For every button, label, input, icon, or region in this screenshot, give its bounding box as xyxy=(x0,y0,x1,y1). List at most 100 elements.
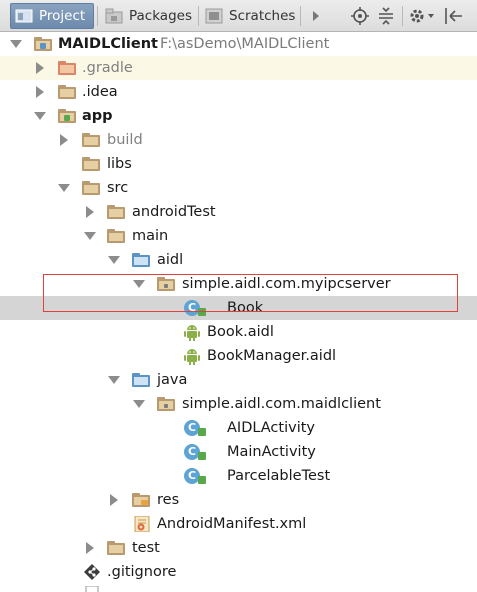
tree-row-aidl-package[interactable]: simple.aidl.com.myipcserver xyxy=(0,272,477,296)
source-folder-icon xyxy=(132,253,150,267)
expanded-arrow-icon[interactable] xyxy=(133,400,145,408)
tab-divider xyxy=(97,6,98,26)
lock-icon xyxy=(198,308,206,316)
collapsed-arrow-icon[interactable] xyxy=(86,542,94,554)
tree-row-manifest[interactable]: AndroidManifest.xml xyxy=(0,512,477,536)
packages-icon xyxy=(105,8,123,24)
hide-panel-icon[interactable] xyxy=(442,6,468,26)
root-project-path: F:\asDemo\MAIDLClient xyxy=(160,36,330,52)
scratches-icon xyxy=(205,8,223,24)
tab-scratches-label: Scratches xyxy=(229,8,296,24)
module-folder-icon xyxy=(58,109,76,123)
tree-row-aidl[interactable]: aidl xyxy=(0,248,477,272)
lock-icon xyxy=(198,476,206,484)
folder-label: libs xyxy=(107,156,132,172)
file-label: .gitignore xyxy=(107,564,177,580)
tree-row-partial[interactable] xyxy=(0,584,477,592)
tree-row-mainactivity[interactable]: C MainActivity xyxy=(0,440,477,464)
expanded-arrow-icon[interactable] xyxy=(108,256,120,264)
tree-row-java-package[interactable]: simple.aidl.com.maidlclient xyxy=(0,392,477,416)
tab-scratches[interactable]: Scratches xyxy=(201,3,297,29)
folder-icon xyxy=(107,541,125,555)
file-label: AndroidManifest.xml xyxy=(157,516,307,532)
tree-row-androidtest[interactable]: androidTest xyxy=(0,200,477,224)
tab-packages[interactable]: Packages xyxy=(101,3,195,29)
folder-icon xyxy=(82,181,100,195)
folder-label: androidTest xyxy=(132,204,216,220)
tree-row-root[interactable]: MAIDLClient F:\asDemo\MAIDLClient xyxy=(0,32,477,56)
folder-label: aidl xyxy=(157,252,184,268)
folder-icon xyxy=(58,85,76,99)
collapsed-arrow-icon[interactable] xyxy=(36,86,44,98)
tree-row-bookmanager-aidl[interactable]: BookManager.aidl xyxy=(0,344,477,368)
tree-row-gitignore[interactable]: .gitignore xyxy=(0,560,477,584)
expanded-arrow-icon[interactable] xyxy=(34,112,46,120)
tool-window-tabbar: Project Packages Scratches xyxy=(0,0,477,32)
expanded-arrow-icon[interactable] xyxy=(133,280,145,288)
class-label: Book xyxy=(227,300,264,316)
tab-project[interactable]: Project xyxy=(10,3,94,29)
settings-icon[interactable] xyxy=(408,6,436,26)
collapse-all-icon[interactable] xyxy=(376,6,396,26)
expanded-arrow-icon[interactable] xyxy=(10,40,22,48)
tab-packages-label: Packages xyxy=(129,8,192,24)
folder-icon xyxy=(82,157,100,171)
file-icon xyxy=(84,585,102,592)
expanded-arrow-icon[interactable] xyxy=(108,376,120,384)
file-label: Book.aidl xyxy=(207,324,274,340)
folder-label: .idea xyxy=(82,84,118,100)
collapsed-arrow-icon[interactable] xyxy=(36,62,44,74)
tree-row-parcelabletest[interactable]: C ParcelableTest xyxy=(0,464,477,488)
manifest-file-icon xyxy=(134,515,152,533)
folder-label: .gradle xyxy=(82,60,133,76)
package-icon xyxy=(157,277,175,291)
tree-row-aidlactivity[interactable]: C AIDLActivity xyxy=(0,416,477,440)
folder-label: test xyxy=(132,540,160,556)
class-label: ParcelableTest xyxy=(227,468,331,484)
tab-divider xyxy=(402,6,403,26)
folder-label: main xyxy=(132,228,169,244)
project-icon xyxy=(15,8,33,24)
class-label: MainActivity xyxy=(227,444,316,460)
expanded-arrow-icon[interactable] xyxy=(58,184,70,192)
package-label: simple.aidl.com.maidlclient xyxy=(182,396,381,412)
lock-icon xyxy=(198,428,206,436)
tree-row-java[interactable]: java xyxy=(0,368,477,392)
tree-row-main[interactable]: main xyxy=(0,224,477,248)
tree-row-idea[interactable]: .idea xyxy=(0,80,477,104)
tab-divider xyxy=(300,6,301,26)
collapsed-arrow-icon[interactable] xyxy=(110,494,118,506)
tree-row-book-class[interactable]: C Book xyxy=(0,296,477,320)
git-file-icon xyxy=(84,564,102,580)
folder-label: build xyxy=(107,132,143,148)
folder-label: java xyxy=(157,372,188,388)
tree-row-book-aidl[interactable]: Book.aidl xyxy=(0,320,477,344)
project-tree[interactable]: MAIDLClient F:\asDemo\MAIDLClient .gradl… xyxy=(0,32,477,592)
locate-target-icon[interactable] xyxy=(350,6,370,26)
overflow-arrow-icon[interactable] xyxy=(306,6,326,26)
tree-row-test[interactable]: test xyxy=(0,536,477,560)
collapsed-arrow-icon[interactable] xyxy=(86,206,94,218)
tab-divider xyxy=(198,6,199,26)
tab-project-label: Project xyxy=(39,8,86,24)
folder-icon xyxy=(107,205,125,219)
tree-row-res[interactable]: res xyxy=(0,488,477,512)
class-label: AIDLActivity xyxy=(227,420,315,436)
module-label: app xyxy=(82,108,113,124)
tree-row-build[interactable]: build xyxy=(0,128,477,152)
tree-row-src[interactable]: src xyxy=(0,176,477,200)
tree-row-gradle[interactable]: .gradle xyxy=(0,56,477,80)
folder-label: res xyxy=(157,492,180,508)
package-label: simple.aidl.com.myipcserver xyxy=(182,276,391,292)
package-icon xyxy=(157,397,175,411)
module-folder-icon xyxy=(34,37,52,51)
resource-folder-icon xyxy=(132,493,150,507)
tree-row-app[interactable]: app xyxy=(0,104,477,128)
lock-icon xyxy=(198,452,206,460)
source-folder-icon xyxy=(132,373,150,387)
expanded-arrow-icon[interactable] xyxy=(84,232,96,240)
android-icon xyxy=(184,323,200,341)
collapsed-arrow-icon[interactable] xyxy=(60,134,68,146)
tree-row-libs[interactable]: libs xyxy=(0,152,477,176)
folder-icon xyxy=(107,229,125,243)
